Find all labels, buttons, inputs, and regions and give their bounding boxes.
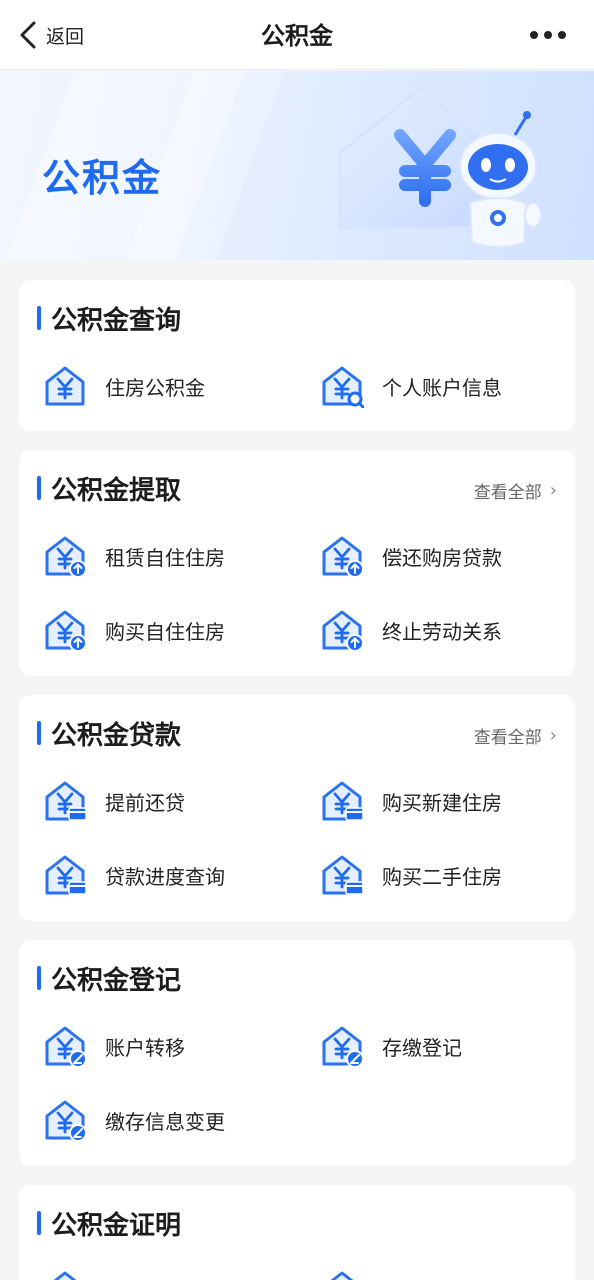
view-all-label: 查看全部 [473, 483, 542, 503]
section-header: 公积金登记 [37, 960, 181, 996]
service-item[interactable]: 购买二手住房 [320, 851, 502, 899]
service-item[interactable]: 账户转移 [43, 1022, 185, 1070]
section-title: 公积金查询 [51, 305, 182, 336]
register-edit-icon [320, 1024, 364, 1068]
section-query: 公积金查询 住房公积金 个人账户信息 [19, 280, 575, 431]
service-label: 租赁自住住房 [105, 545, 225, 570]
section-header: 公积金提取 [37, 470, 181, 506]
section-header: 公积金证明 [37, 1205, 181, 1241]
register-edit-icon [43, 1024, 87, 1068]
banner-title: 公积金 [42, 156, 163, 200]
chevron-right-icon: › [549, 480, 557, 501]
view-all-link[interactable]: 查看全部 › [474, 723, 557, 748]
header-banner: 公积金 [0, 71, 594, 260]
service-label: 住房公积金 [105, 375, 205, 400]
account-search-icon [320, 364, 364, 408]
service-label: 终止劳动关系 [382, 619, 502, 644]
withdraw-upload-icon [43, 534, 87, 578]
section-header: 公积金查询 [37, 300, 181, 336]
more-options-icon[interactable] [528, 22, 568, 48]
loan-card-icon [320, 853, 364, 895]
view-all-link[interactable]: 查看全部 › [474, 478, 557, 503]
view-all-label: 查看全部 [473, 728, 542, 748]
service-label: 缴存信息变更 [105, 1109, 225, 1134]
chevron-right-icon: › [549, 725, 557, 746]
service-item[interactable]: 个人账户信息 [320, 362, 502, 410]
section-header: 公积金贷款 [37, 715, 181, 751]
fund-house-icon [43, 364, 87, 408]
service-item[interactable]: 租赁自住住房 [43, 532, 225, 580]
service-label: 账户转移 [105, 1035, 185, 1060]
section-loan: 公积金贷款 查看全部 › 提前还贷 购买新建住房 贷款进度查询 购买二手住房 [19, 695, 575, 921]
service-label: 购买二手住房 [382, 864, 502, 889]
service-item[interactable]: 提前还贷 [43, 777, 185, 825]
withdraw-upload-icon [320, 534, 364, 578]
service-label: 偿还购房贷款 [382, 545, 502, 570]
loan-card-icon [320, 779, 364, 821]
certificate-house-icon [43, 1269, 87, 1280]
withdraw-upload-icon [320, 608, 364, 652]
service-item[interactable]: 购买新建住房 [320, 777, 502, 825]
service-label: 购买新建住房 [382, 790, 502, 815]
service-label: 购买自住住房 [105, 619, 225, 644]
robot-house-illustration [338, 87, 542, 248]
service-item[interactable]: 贷款进度查询 [43, 851, 225, 899]
service-item[interactable]: 缴存信息变更 [43, 1096, 225, 1144]
section-certificate: 公积金证明 [19, 1185, 575, 1280]
section-title: 公积金登记 [51, 965, 182, 996]
top-nav-bar: 返回 公积金 [0, 0, 594, 70]
withdraw-upload-icon [43, 608, 87, 652]
certificate-house-icon [320, 1269, 364, 1280]
section-title: 公积金证明 [51, 1210, 182, 1241]
service-item[interactable]: 终止劳动关系 [320, 606, 502, 654]
section-withdraw: 公积金提取 查看全部 › 租赁自住住房 偿还购房贷款 购买自住住房 终止劳动关系 [19, 450, 575, 676]
service-label: 个人账户信息 [382, 375, 502, 400]
register-edit-icon [43, 1098, 87, 1142]
service-item[interactable]: 购买自住住房 [43, 606, 225, 654]
service-label: 提前还贷 [105, 790, 185, 815]
section-title: 公积金提取 [51, 475, 182, 506]
loan-card-icon [43, 853, 87, 895]
service-item[interactable]: 偿还购房贷款 [320, 532, 502, 580]
page-title: 公积金 [261, 22, 333, 50]
service-item[interactable] [43, 1267, 105, 1280]
service-label: 贷款进度查询 [105, 864, 225, 889]
service-item[interactable] [320, 1267, 382, 1280]
service-label: 存缴登记 [382, 1035, 462, 1060]
section-register: 公积金登记 账户转移 存缴登记 缴存信息变更 [19, 940, 575, 1166]
loan-card-icon [43, 779, 87, 821]
service-item[interactable]: 存缴登记 [320, 1022, 462, 1070]
service-item[interactable]: 住房公积金 [43, 362, 205, 410]
section-title: 公积金贷款 [51, 720, 182, 751]
